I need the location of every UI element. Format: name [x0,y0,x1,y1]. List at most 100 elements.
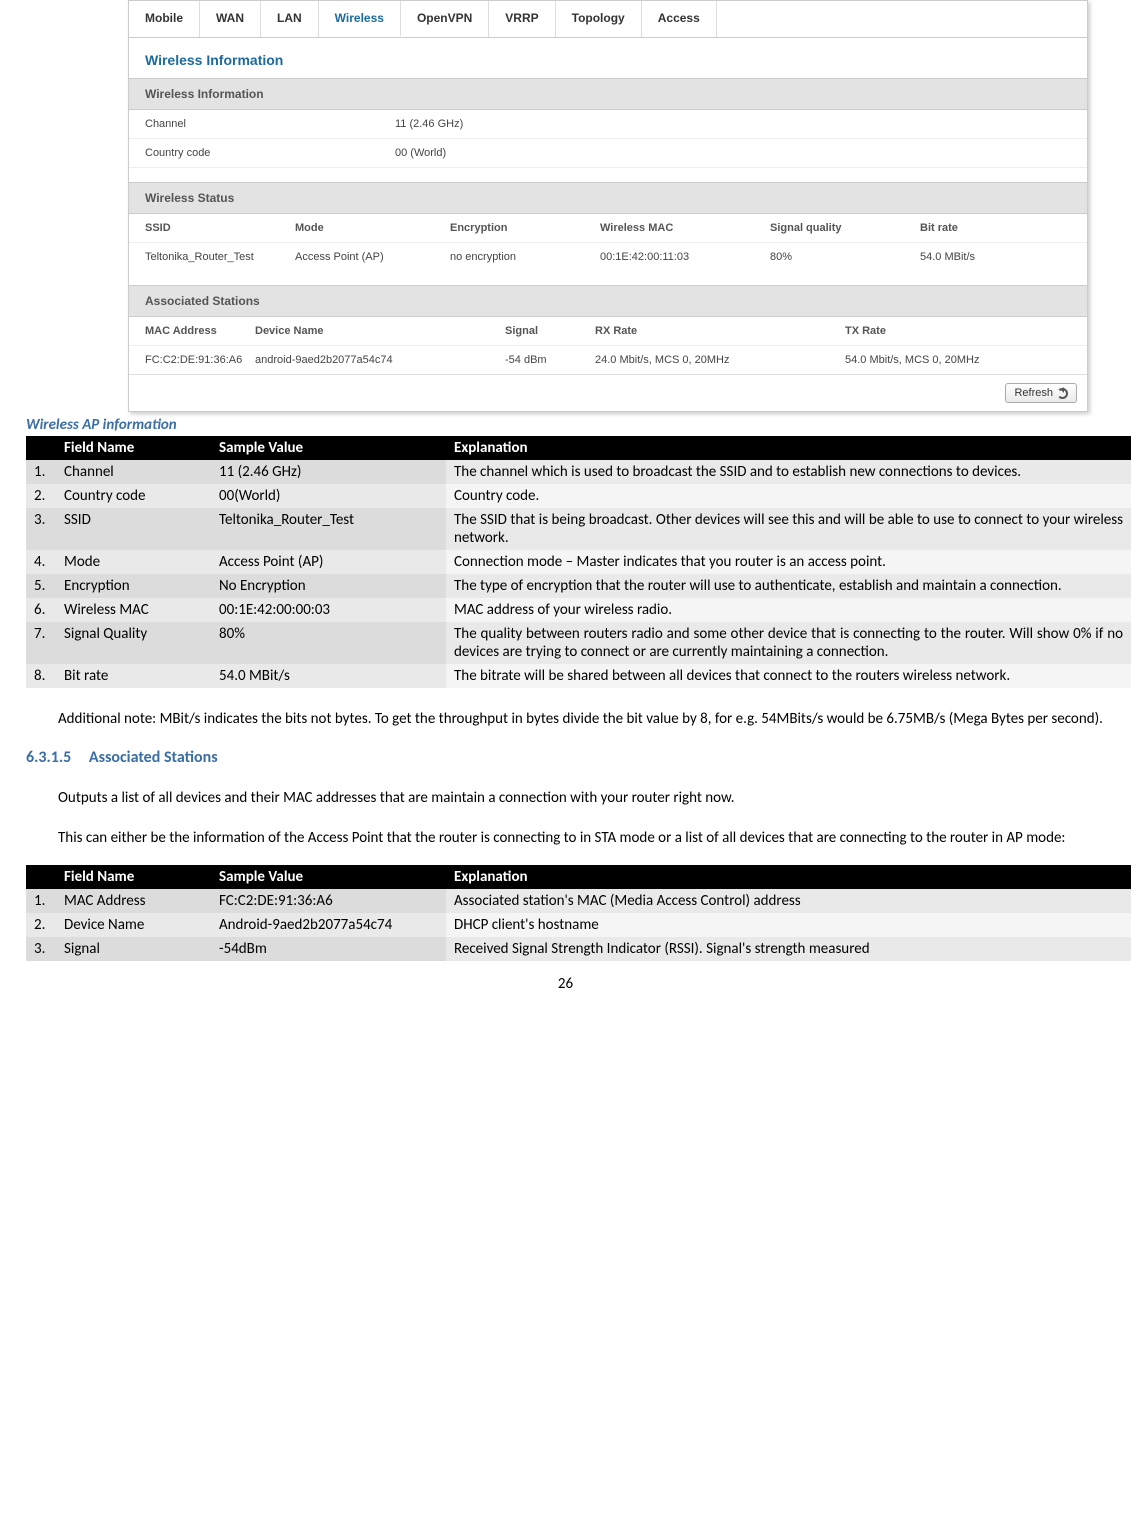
th2-sample-value: Sample Value [211,865,446,889]
table-cell: SSID [56,508,211,550]
table-cell: 2. [26,484,56,508]
figure-caption: Wireless AP information [26,412,1131,436]
assoc-data-row: FC:C2:DE:91:36:A6 android-9aed2b2077a54c… [129,346,1087,374]
val-bit-rate: 54.0 MBit/s [920,251,1050,263]
table-cell: The quality between routers radio and so… [446,622,1131,664]
note-paragraph: Additional note: MBit/s indicates the bi… [26,710,1105,728]
table-cell: No Encryption [211,574,446,598]
hdr-ssid: SSID [145,222,295,234]
val-mac: FC:C2:DE:91:36:A6 [145,354,255,366]
table-row: 3.Signal-54dBmReceived Signal Strength I… [26,937,1131,961]
table-cell: Teltonika_Router_Test [211,508,446,550]
assoc-header-row: MAC Address Device Name Signal RX Rate T… [129,317,1087,346]
table-cell: DHCP client's hostname [446,913,1131,937]
table-cell: Country code [56,484,211,508]
tab-openvpn[interactable]: OpenVPN [401,1,489,37]
table-cell: Received Signal Strength Indicator (RSSI… [446,937,1131,961]
refresh-button[interactable]: Refresh [1005,383,1077,403]
section-wireless-status: Wireless Status [129,182,1087,214]
val-ssid: Teltonika_Router_Test [145,251,295,263]
val-encryption: no encryption [450,251,600,263]
table-cell: 11 (2.46 GHz) [211,460,446,484]
tab-vrrp[interactable]: VRRP [489,1,555,37]
para-associated-2: This can either be the information of th… [26,829,1105,847]
table-row: 3.SSIDTeltonika_Router_TestThe SSID that… [26,508,1131,550]
tab-wireless[interactable]: Wireless [319,1,401,37]
val-wireless-mac: 00:1E:42:00:11:03 [600,251,770,263]
hdr-tx-rate: TX Rate [845,325,1045,337]
table-cell: 7. [26,622,56,664]
table-cell: FC:C2:DE:91:36:A6 [211,889,446,913]
para-associated-1: Outputs a list of all devices and their … [26,789,1105,807]
label-country: Country code [145,147,395,159]
table-row: 4.ModeAccess Point (AP)Connection mode –… [26,550,1131,574]
table-cell: 3. [26,508,56,550]
tab-topology[interactable]: Topology [556,1,642,37]
th-field-name: Field Name [56,436,211,460]
hdr-signal: Signal [505,325,595,337]
val-mode: Access Point (AP) [295,251,450,263]
panel-title: Wireless Information [129,38,1087,78]
table-cell: Signal [56,937,211,961]
table-cell: 1. [26,889,56,913]
hdr-device-name: Device Name [255,325,505,337]
label-channel: Channel [145,118,395,130]
table-cell: Access Point (AP) [211,550,446,574]
table-cell: Device Name [56,913,211,937]
table-wireless-ap-info: Field Name Sample Value Explanation 1.Ch… [26,436,1131,688]
val-rx-rate: 24.0 Mbit/s, MCS 0, 20MHz [595,354,845,366]
heading-number: 6.3.1.5 [26,748,71,767]
table-cell: Country code. [446,484,1131,508]
tab-bar: Mobile WAN LAN Wireless OpenVPN VRRP Top… [129,1,1087,38]
table-row: 6.Wireless MAC00:1E:42:00:00:03MAC addre… [26,598,1131,622]
table-cell: The type of encryption that the router w… [446,574,1131,598]
table-cell: Signal Quality [56,622,211,664]
table-cell: 8. [26,664,56,688]
table-cell: Encryption [56,574,211,598]
status-data-row: Teltonika_Router_Test Access Point (AP) … [129,243,1087,271]
table-row: 1.Channel11 (2.46 GHz)The channel which … [26,460,1131,484]
hdr-signal-quality: Signal quality [770,222,920,234]
tab-access[interactable]: Access [642,1,717,37]
heading-text: Associated Stations [89,748,218,767]
table-cell: -54dBm [211,937,446,961]
table-row: 8.Bit rate54.0 MBit/sThe bitrate will be… [26,664,1131,688]
table-cell: Connection mode – Master indicates that … [446,550,1131,574]
table-row: 2.Device NameAndroid-9aed2b2077a54c74DHC… [26,913,1131,937]
tab-wan[interactable]: WAN [200,1,261,37]
val-signal-quality: 80% [770,251,920,263]
hdr-mode: Mode [295,222,450,234]
hdr-bit-rate: Bit rate [920,222,1050,234]
value-channel: 11 (2.46 GHz) [395,118,1071,130]
info-row-country: Country code 00 (World) [129,139,1087,168]
table-associated-stations: Field Name Sample Value Explanation 1.MA… [26,865,1131,961]
table-cell: MAC address of your wireless radio. [446,598,1131,622]
hdr-wireless-mac: Wireless MAC [600,222,770,234]
table-cell: 3. [26,937,56,961]
tab-mobile[interactable]: Mobile [129,1,200,37]
table-cell: 1. [26,460,56,484]
th-explanation: Explanation [446,436,1131,460]
info-row-channel: Channel 11 (2.46 GHz) [129,110,1087,139]
section-wireless-information: Wireless Information [129,78,1087,110]
val-tx-rate: 54.0 Mbit/s, MCS 0, 20MHz [845,354,1045,366]
table-row: 2.Country code00(World)Country code. [26,484,1131,508]
th2-explanation: Explanation [446,865,1131,889]
val-device-name: android-9aed2b2077a54c74 [255,354,505,366]
table-row: 7.Signal Quality80%The quality between r… [26,622,1131,664]
table-row: 1.MAC AddressFC:C2:DE:91:36:A6Associated… [26,889,1131,913]
table-cell: 80% [211,622,446,664]
table-cell: Wireless MAC [56,598,211,622]
router-admin-screenshot: Mobile WAN LAN Wireless OpenVPN VRRP Top… [128,0,1088,412]
table-cell: Mode [56,550,211,574]
table-cell: 6. [26,598,56,622]
table-cell: Bit rate [56,664,211,688]
status-header-row: SSID Mode Encryption Wireless MAC Signal… [129,214,1087,243]
table-cell: 4. [26,550,56,574]
table-row: 5.EncryptionNo EncryptionThe type of enc… [26,574,1131,598]
table-cell: The bitrate will be shared between all d… [446,664,1131,688]
tab-lan[interactable]: LAN [261,1,319,37]
table-cell: Android-9aed2b2077a54c74 [211,913,446,937]
value-country: 00 (World) [395,147,1071,159]
val-signal: -54 dBm [505,354,595,366]
